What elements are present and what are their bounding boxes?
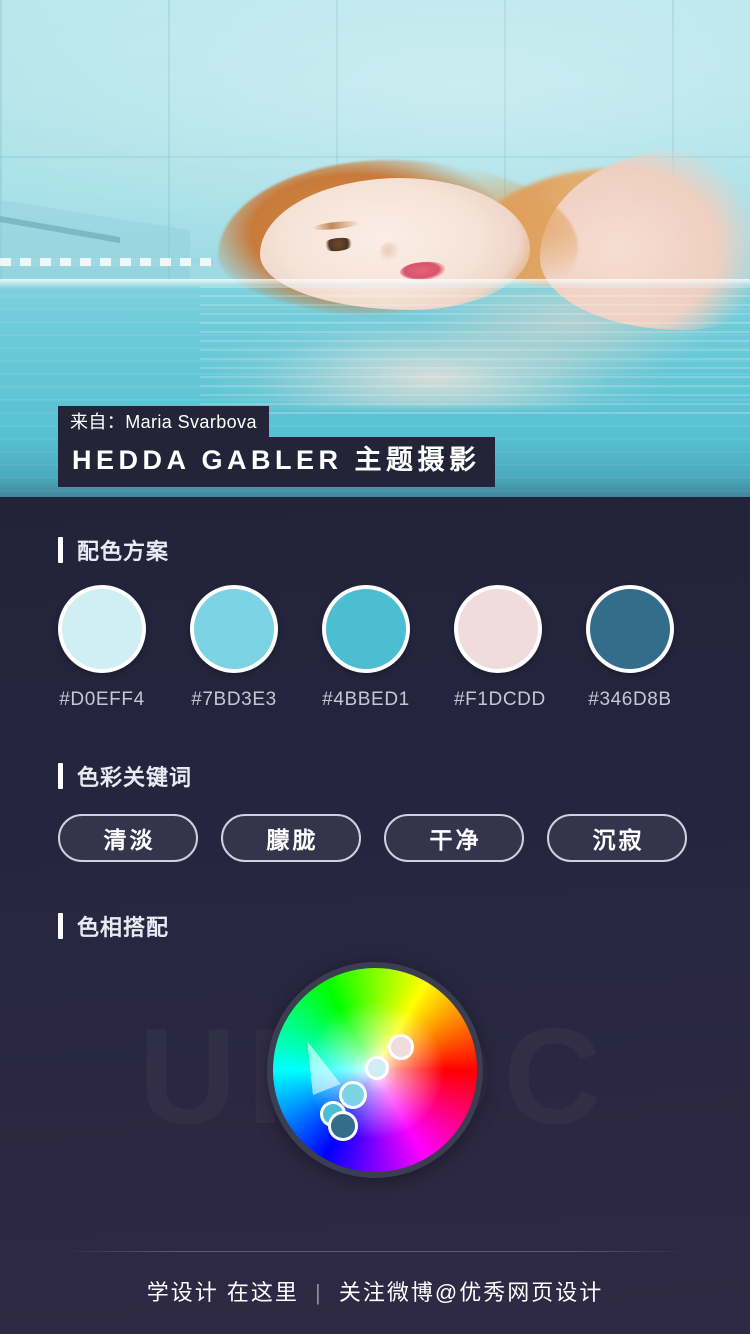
reflection-ripple-lines xyxy=(200,286,750,414)
swatch-hex-label: #7BD3E3 xyxy=(191,689,277,710)
footer-divider xyxy=(60,1251,690,1252)
section-title-hue: 色相搭配 xyxy=(77,915,170,940)
footer-right-text: 关注微博@优秀网页设计 xyxy=(338,1280,604,1305)
keyword-pill[interactable]: 沉寂 xyxy=(547,814,687,862)
section-header-palette: 配色方案 xyxy=(58,534,169,566)
swatch-hex-label: #346D8B xyxy=(588,689,672,710)
page-title: HEDDA GABLER 主题摄影 xyxy=(58,437,495,487)
hero-photo: 来自：Maria Svarbova HEDDA GABLER 主题摄影 xyxy=(0,0,750,497)
photo-source-label: 来自：Maria Svarbova xyxy=(58,406,269,440)
swatch-hex-label: #D0EFF4 xyxy=(59,689,145,710)
hue-marker[interactable] xyxy=(339,1081,367,1109)
footer-text: 学设计 在这里 | 关注微博@优秀网页设计 xyxy=(0,1275,750,1307)
keyword-pill[interactable]: 朦胧 xyxy=(221,814,361,862)
swatch-item[interactable]: #7BD3E3 xyxy=(190,585,278,711)
swatch-color-circle xyxy=(58,585,146,673)
swatch-color-circle xyxy=(586,585,674,673)
swatch-item[interactable]: #4BBED1 xyxy=(322,585,410,711)
swatch-color-circle xyxy=(190,585,278,673)
nose xyxy=(380,242,400,262)
hue-marker[interactable] xyxy=(328,1111,358,1141)
keyword-pill[interactable]: 清淡 xyxy=(58,814,198,862)
swatch-item[interactable]: #346D8B xyxy=(586,585,674,711)
accent-bar-icon xyxy=(58,763,63,789)
swatch-color-circle xyxy=(322,585,410,673)
keyword-pill-row: 清淡 朦胧 干净 沉寂 xyxy=(58,814,687,862)
hue-marker[interactable] xyxy=(365,1056,389,1080)
hue-marker[interactable] xyxy=(388,1034,414,1060)
swatch-item[interactable]: #D0EFF4 xyxy=(58,585,146,711)
accent-bar-icon xyxy=(58,537,63,563)
swatch-item[interactable]: #F1DCDD xyxy=(454,585,546,711)
section-title-palette: 配色方案 xyxy=(77,539,170,564)
accent-bar-icon xyxy=(58,913,63,939)
section-header-hue: 色相搭配 xyxy=(58,910,169,942)
color-wheel[interactable] xyxy=(267,962,483,1178)
footer-left-text: 学设计 在这里 xyxy=(146,1280,299,1305)
swatch-hex-label: #F1DCDD xyxy=(454,689,546,710)
palette-swatch-row: #D0EFF4 #7BD3E3 #4BBED1 #F1DCDD #346D8B xyxy=(58,585,674,711)
swatch-color-circle xyxy=(454,585,542,673)
section-title-keywords: 色彩关键词 xyxy=(77,765,193,790)
lane-rope xyxy=(0,258,215,266)
poster-root: 来自：Maria Svarbova HEDDA GABLER 主题摄影 UISD… xyxy=(0,0,750,1334)
footer-separator: | xyxy=(315,1280,323,1305)
section-header-keywords: 色彩关键词 xyxy=(58,760,192,792)
swatch-hex-label: #4BBED1 xyxy=(322,689,410,710)
keyword-pill[interactable]: 干净 xyxy=(384,814,524,862)
